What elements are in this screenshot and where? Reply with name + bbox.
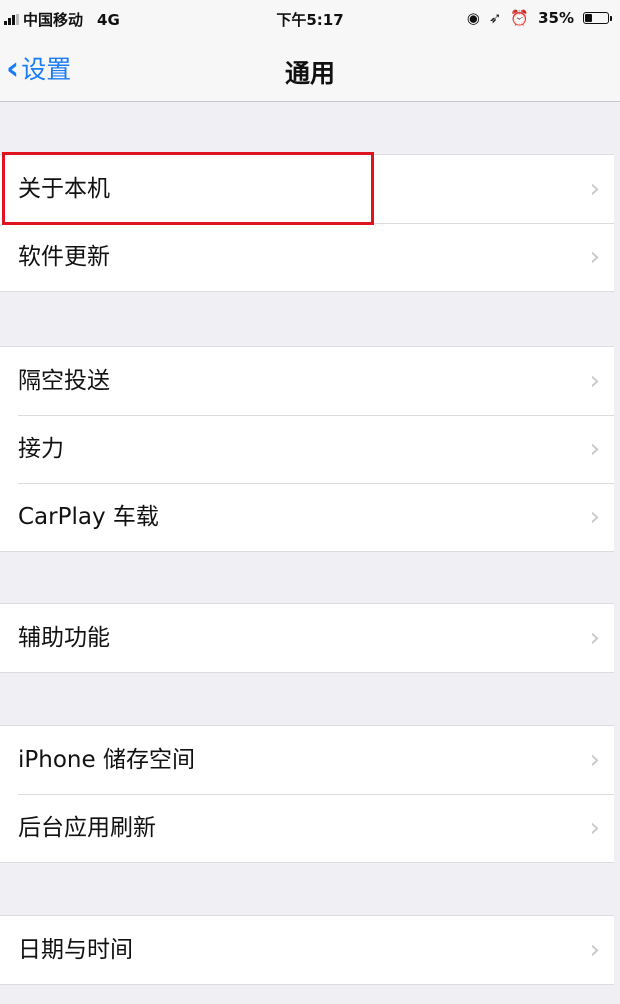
settings-row-about[interactable]: 关于本机 ›	[0, 155, 614, 223]
chevron-right-icon: ›	[589, 434, 600, 464]
settings-row-iphone-storage[interactable]: iPhone 储存空间 ›	[0, 726, 614, 794]
settings-row-software-update[interactable]: 软件更新 ›	[0, 223, 614, 291]
settings-row-date-time[interactable]: 日期与时间 ›	[0, 916, 614, 984]
settings-group-storage: iPhone 储存空间 › 后台应用刷新 ›	[0, 725, 614, 863]
settings-group-accessibility: 辅助功能 ›	[0, 603, 614, 673]
settings-group-about: 关于本机 › 软件更新 ›	[0, 154, 614, 292]
alarm-icon: ⏰	[510, 9, 530, 27]
row-label: 软件更新	[18, 244, 110, 270]
settings-group-connectivity: 隔空投送 › 接力 › CarPlay 车载 ›	[0, 346, 614, 552]
chevron-right-icon: ›	[589, 623, 600, 653]
row-label: 日期与时间	[18, 937, 133, 963]
battery-level-fill	[585, 14, 592, 22]
row-label: 接力	[18, 436, 64, 462]
settings-group-datetime: 日期与时间 ›	[0, 915, 614, 985]
settings-row-accessibility[interactable]: 辅助功能 ›	[0, 604, 614, 672]
page-title: 通用	[284, 59, 335, 88]
settings-row-background-refresh[interactable]: 后台应用刷新 ›	[0, 794, 614, 862]
row-label: 辅助功能	[18, 625, 110, 651]
row-label: CarPlay 车载	[18, 504, 159, 530]
chevron-right-icon: ›	[589, 745, 600, 775]
navigation-bar: ‹ 设置 通用	[0, 36, 620, 102]
row-label: 隔空投送	[18, 368, 110, 394]
status-bar: 中国移动 4G 下午5:17 ◉ ➶ ⏰ 35%	[0, 0, 620, 36]
settings-row-handoff[interactable]: 接力 ›	[0, 415, 614, 483]
settings-row-airdrop[interactable]: 隔空投送 ›	[0, 347, 614, 415]
row-label: 关于本机	[18, 176, 110, 202]
chevron-right-icon: ›	[589, 242, 600, 272]
row-label: iPhone 储存空间	[18, 747, 195, 773]
orientation-lock-icon: ◉	[466, 9, 480, 27]
settings-row-carplay[interactable]: CarPlay 车载 ›	[0, 483, 614, 551]
chevron-right-icon: ›	[589, 813, 600, 843]
chevron-right-icon: ›	[589, 502, 600, 532]
location-icon: ➶	[488, 9, 502, 27]
row-label: 后台应用刷新	[18, 815, 156, 841]
chevron-right-icon: ›	[589, 935, 600, 965]
chevron-right-icon: ›	[589, 174, 600, 204]
chevron-right-icon: ›	[589, 366, 600, 396]
battery-icon	[583, 12, 612, 24]
battery-percent: 35%	[538, 9, 574, 27]
